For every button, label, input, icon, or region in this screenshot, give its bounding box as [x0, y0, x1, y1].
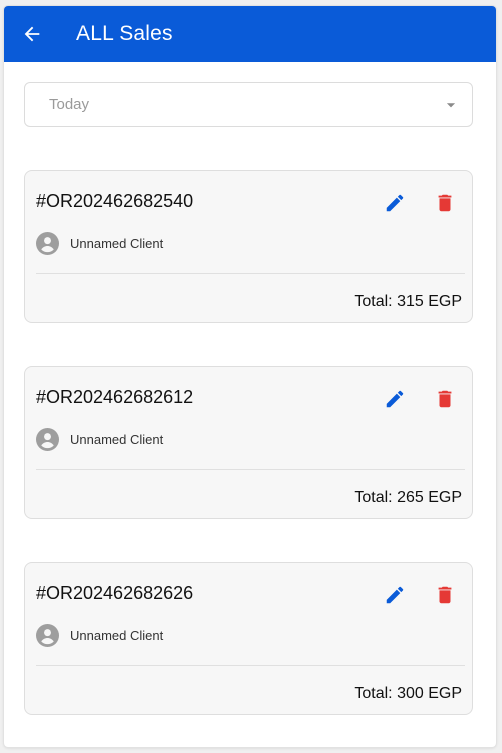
- order-card: #OR202462682612 Unnamed Client Total: 26…: [24, 366, 473, 519]
- order-card: #OR202462682626 Unnamed Client Total: 30…: [24, 562, 473, 715]
- edit-button[interactable]: [377, 577, 413, 613]
- pencil-icon: [386, 390, 404, 408]
- date-filter-value: Today: [49, 96, 90, 113]
- edit-button[interactable]: [377, 381, 413, 417]
- order-total: Total: 265 EGP: [354, 489, 462, 506]
- app-bar: ALL Sales: [4, 6, 496, 62]
- person-avatar-icon: [36, 232, 59, 255]
- person-avatar-icon: [36, 428, 59, 451]
- client-name: Unnamed Client: [70, 432, 164, 447]
- client-row: Unnamed Client: [36, 232, 163, 255]
- client-name: Unnamed Client: [70, 236, 164, 251]
- app-frame: ALL Sales Today #OR202462682540 Unnamed …: [4, 6, 496, 747]
- divider: [36, 665, 465, 666]
- order-id: #OR202462682540: [36, 191, 194, 211]
- divider: [36, 273, 465, 274]
- page-title: ALL Sales: [76, 22, 173, 45]
- divider: [36, 469, 465, 470]
- arrow-left-icon: [24, 26, 40, 42]
- pencil-icon: [386, 586, 404, 604]
- person-avatar-icon: [36, 624, 59, 647]
- client-row: Unnamed Client: [36, 624, 163, 647]
- trash-icon: [438, 194, 452, 212]
- order-id: #OR202462682612: [36, 387, 194, 407]
- client-row: Unnamed Client: [36, 428, 163, 451]
- order-card: #OR202462682540 Unnamed Client Total: 31…: [24, 170, 473, 323]
- back-button[interactable]: [4, 6, 60, 62]
- delete-button[interactable]: [427, 185, 463, 221]
- order-id: #OR202462682626: [36, 583, 194, 603]
- delete-button[interactable]: [427, 577, 463, 613]
- caret-down-icon: [446, 102, 456, 107]
- order-total: Total: 315 EGP: [354, 293, 462, 310]
- delete-button[interactable]: [427, 381, 463, 417]
- pencil-icon: [386, 194, 404, 212]
- order-total: Total: 300 EGP: [354, 685, 462, 702]
- client-name: Unnamed Client: [70, 628, 164, 643]
- edit-button[interactable]: [377, 185, 413, 221]
- trash-icon: [438, 390, 452, 408]
- trash-icon: [438, 586, 452, 604]
- date-filter-dropdown[interactable]: Today: [24, 82, 473, 127]
